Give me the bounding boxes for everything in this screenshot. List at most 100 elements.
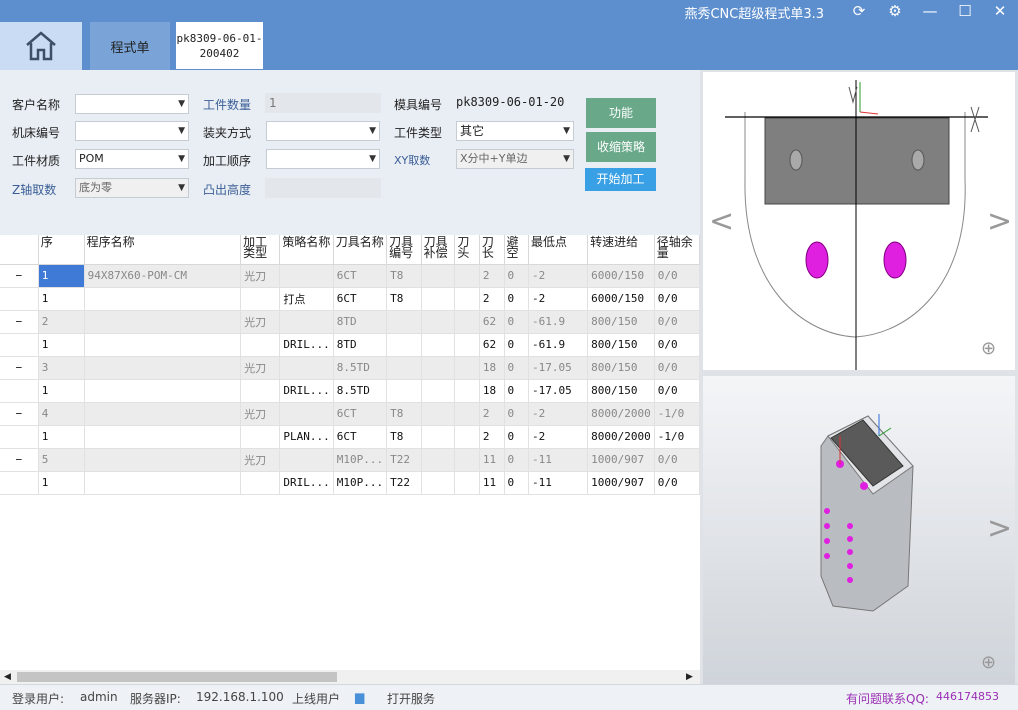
table-cell xyxy=(84,287,242,311)
column-header[interactable]: 序 xyxy=(38,235,85,265)
collapse-toggle[interactable]: − xyxy=(0,310,39,334)
iso-view[interactable]: > ⊕ xyxy=(703,376,1015,684)
column-header[interactable]: 刀具补偿 xyxy=(421,235,456,265)
table-cell: 0 xyxy=(504,310,530,334)
table-cell: 4 xyxy=(38,402,85,426)
table-cell: DRIL... xyxy=(279,471,334,495)
scroll-right-icon[interactable]: ▶ xyxy=(686,672,693,682)
table-cell xyxy=(454,471,480,495)
table-cell: -2 xyxy=(528,402,589,426)
column-header[interactable]: 刀具编号 xyxy=(386,235,422,265)
table-cell xyxy=(421,310,456,334)
table-cell: 2 xyxy=(479,264,505,288)
type-select[interactable]: 其它 ▼ xyxy=(456,121,574,141)
column-header[interactable]: 程序名称 xyxy=(84,235,242,265)
prev-view-icon[interactable]: < xyxy=(709,204,734,239)
program-group-row[interactable]: −1 94X87X60-POM-CM 光刀 6CT T8 2 0 -2 6000/150 0/0 xyxy=(0,264,700,288)
column-header[interactable]: 刀头 xyxy=(454,235,480,265)
column-header[interactable]: 刀具名称 xyxy=(333,235,388,265)
table-cell: -2 xyxy=(528,287,589,311)
top-view[interactable]: < > ⊕ xyxy=(703,72,1015,370)
chevron-down-icon: ▼ xyxy=(178,99,185,109)
tab-active-program[interactable]: pk8309-06-01- 200402 xyxy=(176,22,263,69)
program-group-row[interactable]: −2 光刀 8TD 62 0 -61.9 800/150 0/0 xyxy=(0,310,700,334)
table-cell: 18 xyxy=(479,379,505,403)
next-view-icon[interactable]: > xyxy=(987,204,1012,239)
column-header[interactable]: 转速进给 xyxy=(587,235,655,265)
table-cell: 800/150 xyxy=(587,333,655,357)
table-cell xyxy=(454,448,480,472)
table-cell: 18 xyxy=(479,356,505,380)
mold-field[interactable]: pk8309-06-01-20 xyxy=(456,92,576,112)
table-cell xyxy=(279,356,334,380)
tab-home[interactable] xyxy=(0,22,82,70)
next-iso-view-icon[interactable]: > xyxy=(987,511,1012,546)
program-group-row[interactable]: −4 光刀 6CT T8 2 0 -2 8000/2000 -1/0 xyxy=(0,402,700,426)
minimize-icon[interactable]: — xyxy=(913,0,947,22)
program-step-row[interactable]: 1 DRIL... M10P... T22 11 0 -11 1000/907 0/0 xyxy=(0,471,700,495)
column-header[interactable]: 最低点 xyxy=(528,235,589,265)
folder-icon[interactable]: ▆ xyxy=(355,690,364,704)
table-cell xyxy=(421,264,456,288)
table-cell xyxy=(421,356,456,380)
table-cell: 11 xyxy=(479,448,505,472)
table-header: 序程序名称 加工类型 策略名称 刀具名称 刀具编号 刀具补偿 刀头 刀长 避空 最低点 转速进给 径轴… xyxy=(0,235,700,265)
program-step-row[interactable]: 1 DRIL... 8.5TD 18 0 -17.05 800/150 0/0 xyxy=(0,379,700,403)
table-cell: 0/0 xyxy=(654,310,700,334)
maximize-icon[interactable]: ☐ xyxy=(948,0,982,22)
table-cell: 2 xyxy=(479,287,505,311)
table-cell: 8TD xyxy=(333,310,388,334)
column-header[interactable] xyxy=(0,235,39,265)
material-select[interactable]: POM ▼ xyxy=(75,149,189,169)
collapse-toggle[interactable]: − xyxy=(0,402,39,426)
table-cell: 6000/150 xyxy=(587,264,655,288)
program-step-row[interactable]: 1 DRIL... 8TD 62 0 -61.9 800/150 0/0 xyxy=(0,333,700,357)
table-cell xyxy=(386,310,422,334)
program-group-row[interactable]: −5 光刀 M10P... T22 11 0 -11 1000/907 0/0 xyxy=(0,448,700,472)
column-header[interactable]: 避空 xyxy=(504,235,530,265)
program-group-row[interactable]: −3 光刀 8.5TD 18 0 -17.05 800/150 0/0 xyxy=(0,356,700,380)
tab-program-list[interactable]: 程式单 xyxy=(90,22,170,70)
online-users-button[interactable]: 上线用户 xyxy=(292,690,340,707)
table-cell xyxy=(240,425,281,449)
order-select[interactable]: ▼ xyxy=(266,149,380,169)
table-cell: T8 xyxy=(386,425,422,449)
table-cell xyxy=(386,356,422,380)
table-cell: 0/0 xyxy=(654,379,700,403)
open-service-button[interactable]: 打开服务 xyxy=(387,690,435,707)
table-cell: 1000/907 xyxy=(587,448,655,472)
horizontal-scrollbar[interactable]: ◀ ▶ xyxy=(0,670,700,684)
scrollbar-thumb[interactable] xyxy=(17,672,337,682)
start-machining-button[interactable]: 开始加工 xyxy=(585,168,656,191)
zoom-in-iso-icon[interactable]: ⊕ xyxy=(981,652,996,673)
column-header[interactable]: 刀长 xyxy=(479,235,505,265)
column-header[interactable]: 加工类型 xyxy=(240,235,281,265)
customer-select[interactable]: ▼ xyxy=(75,94,189,114)
table-cell: 6000/150 xyxy=(587,287,655,311)
contact-label: 有问题联系QQ: xyxy=(846,692,929,706)
machine-select[interactable]: ▼ xyxy=(75,121,189,141)
table-cell: 8000/2000 xyxy=(587,402,655,426)
table-cell: 0/0 xyxy=(654,356,700,380)
refresh-icon[interactable]: ⟳ xyxy=(842,0,876,22)
table-cell: -2 xyxy=(528,264,589,288)
column-header[interactable]: 径轴余量 xyxy=(654,235,700,265)
program-step-row[interactable]: 1 打点 6CT T8 2 0 -2 6000/150 0/0 xyxy=(0,287,700,311)
chevron-down-icon: ▼ xyxy=(563,154,570,164)
scroll-left-icon[interactable]: ◀ xyxy=(4,672,11,682)
table-cell: 0 xyxy=(504,402,530,426)
table-cell xyxy=(84,448,242,472)
server-label: 服务器IP: xyxy=(130,692,181,706)
collapse-strategy-button[interactable]: 收缩策略 xyxy=(586,132,656,162)
clamp-select[interactable]: ▼ xyxy=(266,121,380,141)
program-step-row[interactable]: 1 PLAN... 6CT T8 2 0 -2 8000/2000 -1/0 xyxy=(0,425,700,449)
column-header[interactable]: 策略名称 xyxy=(279,235,334,265)
function-button[interactable]: 功能 xyxy=(586,98,656,128)
table-cell: -11 xyxy=(528,448,589,472)
collapse-toggle[interactable]: − xyxy=(0,264,39,288)
zoom-in-icon[interactable]: ⊕ xyxy=(981,338,996,359)
close-icon[interactable]: ✕ xyxy=(983,0,1017,22)
collapse-toggle[interactable]: − xyxy=(0,356,39,380)
collapse-toggle[interactable]: − xyxy=(0,448,39,472)
settings-icon[interactable]: ⚙ xyxy=(878,0,912,22)
